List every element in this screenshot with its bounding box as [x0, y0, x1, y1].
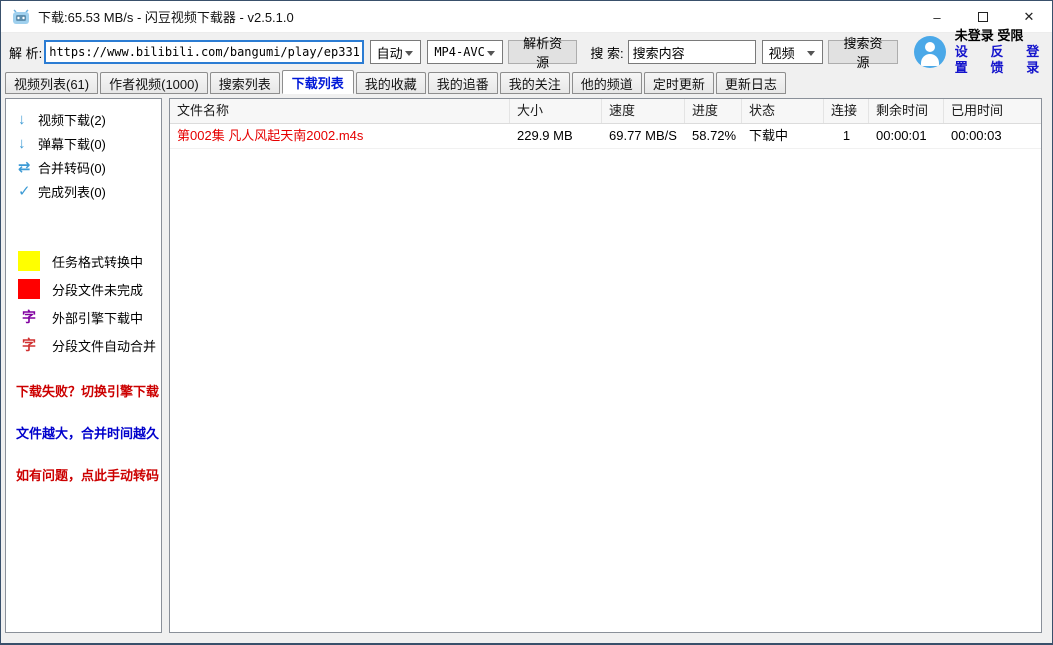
tab-scheduled-update[interactable]: 定时更新	[644, 72, 714, 94]
status-legend: 任务格式转换中 分段文件未完成 字 外部引擎下载中 字 分段文件自动合并	[6, 251, 161, 355]
tab-bar: 视频列表(61) 作者视频(1000) 搜索列表 下载列表 我的收藏 我的追番 …	[1, 70, 1052, 94]
tab-video-list[interactable]: 视频列表(61)	[5, 72, 98, 94]
search-input[interactable]	[628, 40, 756, 64]
cell-elapsed: 00:00:03	[944, 124, 1041, 148]
tab-my-following[interactable]: 我的关注	[500, 72, 570, 94]
download-icon: ↓	[18, 135, 38, 152]
minimize-button[interactable]: –	[914, 1, 960, 33]
col-remaining[interactable]: 剩余时间	[869, 99, 944, 123]
cell-progress: 58.72%	[685, 124, 742, 148]
parse-resource-button[interactable]: 解析资源	[508, 40, 578, 64]
tab-download-list[interactable]: 下载列表	[282, 70, 354, 94]
window-title: 下载:65.53 MB/s - 闪豆视频下载器 - v2.5.1.0	[38, 7, 294, 26]
tab-his-channel[interactable]: 他的频道	[572, 72, 642, 94]
login-status: 未登录 受限	[955, 28, 1052, 44]
sidebar-item-merge-transcode[interactable]: ⇄ 合并转码(0)	[6, 155, 161, 179]
sidebar: ↓ 视频下载(2) ↓ 弹幕下载(0) ⇄ 合并转码(0) ✓ 完成列表(0) …	[5, 98, 162, 633]
col-elapsed[interactable]: 已用时间	[944, 99, 1041, 123]
sidebar-item-completed-list[interactable]: ✓ 完成列表(0)	[6, 179, 161, 203]
maximize-icon	[978, 12, 988, 22]
download-table: 文件名称 大小 速度 进度 状态 连接 剩余时间 已用时间 第002集 凡人风起…	[169, 98, 1042, 633]
legend-item-transcoding: 任务格式转换中	[18, 251, 161, 271]
format-select[interactable]: 自动	[370, 40, 422, 64]
red-char-icon: 字	[18, 335, 40, 355]
title-bar: 下载:65.53 MB/s - 闪豆视频下载器 - v2.5.1.0 – ✕	[1, 1, 1052, 33]
avatar[interactable]	[914, 36, 946, 68]
tab-my-bangumi[interactable]: 我的追番	[428, 72, 498, 94]
account-area: 未登录 受限 设置 反馈 登录	[955, 28, 1052, 76]
check-icon: ✓	[18, 182, 38, 200]
table-row[interactable]: 第002集 凡人风起天南2002.m4s 229.9 MB 69.77 MB/S…	[170, 124, 1041, 149]
download-icon: ↓	[18, 111, 38, 128]
sidebar-item-danmaku-downloads[interactable]: ↓ 弹幕下载(0)	[6, 131, 161, 155]
cell-size: 229.9 MB	[510, 124, 602, 148]
note-switch-engine[interactable]: 下载失败？切换引擎下载	[16, 381, 161, 400]
chevron-down-icon	[405, 51, 413, 56]
col-size[interactable]: 大小	[510, 99, 602, 123]
note-manual-transcode[interactable]: 如有问题，点此手动转码	[16, 465, 161, 484]
minimize-icon: –	[933, 10, 940, 25]
codec-select[interactable]: MP4-AVC	[427, 40, 502, 64]
cell-filename: 第002集 凡人风起天南2002.m4s	[170, 124, 510, 148]
url-input[interactable]	[44, 40, 363, 64]
close-icon: ✕	[1024, 9, 1035, 25]
cell-connections: 1	[824, 124, 869, 148]
media-type-value: 视频	[769, 43, 795, 62]
search-resource-button[interactable]: 搜索资源	[828, 40, 898, 64]
transcode-icon: ⇄	[18, 158, 38, 176]
col-speed[interactable]: 速度	[602, 99, 685, 123]
app-icon	[12, 9, 30, 25]
col-connections[interactable]: 连接	[824, 99, 869, 123]
chevron-down-icon	[807, 51, 815, 56]
tab-my-favorites[interactable]: 我的收藏	[356, 72, 426, 94]
col-status[interactable]: 状态	[742, 99, 824, 123]
legend-item-external-engine: 字 外部引擎下载中	[18, 307, 161, 327]
user-icon	[925, 42, 935, 52]
note-merge-time: 文件越大，合并时间越久	[16, 423, 161, 442]
codec-select-value: MP4-AVC	[434, 45, 485, 59]
sidebar-item-video-downloads[interactable]: ↓ 视频下载(2)	[6, 107, 161, 131]
tab-changelog[interactable]: 更新日志	[716, 72, 786, 94]
parse-label: 解 析:	[9, 43, 42, 62]
legend-item-segment-incomplete: 分段文件未完成	[18, 279, 161, 299]
cell-speed: 69.77 MB/S	[602, 124, 685, 148]
col-filename[interactable]: 文件名称	[170, 99, 510, 123]
yellow-swatch	[18, 251, 40, 271]
search-label: 搜 索:	[590, 43, 623, 62]
cell-status: 下载中	[742, 124, 824, 148]
app-window: 下载:65.53 MB/s - 闪豆视频下载器 - v2.5.1.0 – ✕ 解…	[0, 0, 1053, 645]
tab-search-list[interactable]: 搜索列表	[210, 72, 280, 94]
table-header: 文件名称 大小 速度 进度 状态 连接 剩余时间 已用时间	[170, 99, 1041, 124]
toolbar: 解 析: 自动 MP4-AVC 解析资源 搜 索: 视频 搜索资源 未登录 受限…	[1, 34, 1052, 70]
cell-remaining: 00:00:01	[869, 124, 944, 148]
col-progress[interactable]: 进度	[685, 99, 742, 123]
sidebar-notes: 下载失败？切换引擎下载 文件越大，合并时间越久 如有问题，点此手动转码	[6, 381, 161, 484]
format-select-value: 自动	[377, 43, 403, 62]
red-swatch	[18, 279, 40, 299]
legend-item-auto-merge: 字 分段文件自动合并	[18, 335, 161, 355]
tab-author-videos[interactable]: 作者视频(1000)	[100, 72, 208, 94]
purple-char-icon: 字	[18, 307, 40, 327]
chevron-down-icon	[487, 51, 495, 56]
media-type-select[interactable]: 视频	[762, 40, 824, 64]
